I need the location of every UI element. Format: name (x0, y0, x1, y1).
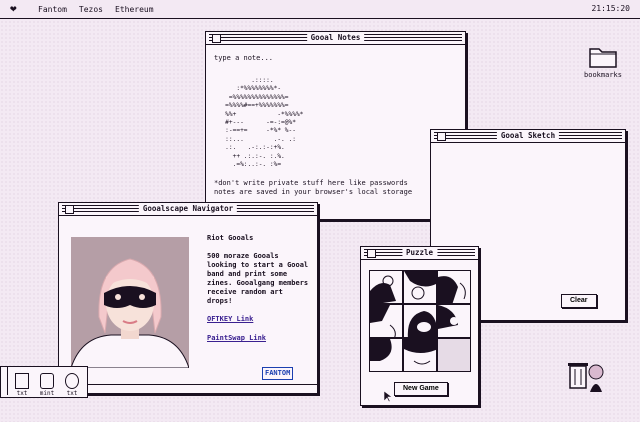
puzzle-close-button[interactable] (367, 249, 376, 258)
puzzle-tile[interactable] (369, 270, 403, 304)
paintswap-link[interactable]: PaintSwap Link (207, 334, 312, 343)
sketch-close-button[interactable] (437, 132, 446, 141)
notes-placeholder: type a note... (214, 54, 274, 62)
mouse-cursor-icon (384, 391, 392, 402)
mint-icon (40, 373, 54, 389)
puzzle-window: Puzzle New Game (360, 246, 479, 406)
tile-art (407, 311, 436, 337)
notes-warning-1: *don't write private stuff here like pas… (214, 179, 408, 188)
portrait-illustration (71, 237, 189, 368)
dock-item-mint[interactable]: mint (36, 373, 58, 397)
notes-window: Gooal Notes type a note... .::::. :*%%%%… (205, 31, 466, 220)
tile-art (404, 339, 436, 365)
notes-close-button[interactable] (212, 34, 221, 43)
dock: txt mint txt (0, 366, 88, 398)
puzzle-tile[interactable] (369, 338, 403, 372)
folder-icon (589, 48, 617, 68)
profile-window: Gooalscape Navigator Riot Gooals 500 mor… (58, 202, 318, 394)
puzzle-empty-slot[interactable] (437, 338, 471, 372)
puzzle-title: Puzzle (401, 248, 438, 258)
collection-name: Riot Gooals (207, 234, 254, 242)
tile-art (370, 305, 396, 337)
bookmarks-folder[interactable]: bookmarks (578, 45, 628, 79)
profile-titlebar[interactable]: Gooalscape Navigator (59, 203, 317, 216)
dock-item-label: txt (66, 390, 78, 397)
notes-title: Gooal Notes (306, 33, 365, 43)
collection-description: 500 moraze Gooals looking to start a Goo… (207, 252, 309, 305)
notes-ascii-art: .::::. :*%%%%%%%%*- =%%%%%%%%%%%%%%= =%%… (225, 77, 304, 169)
puzzle-tile[interactable] (437, 304, 471, 338)
text-file-icon (65, 373, 79, 389)
clear-button[interactable]: Clear (561, 294, 597, 308)
dock-handle[interactable] (1, 367, 8, 395)
puzzle-tile[interactable] (437, 270, 471, 304)
tile-art (370, 275, 396, 303)
text-file-icon (15, 373, 29, 389)
puzzle-tile[interactable] (369, 304, 403, 338)
menu-item-fantom[interactable]: Fantom (38, 5, 67, 14)
broken-heart-icon[interactable]: ❤ (10, 0, 26, 18)
notes-titlebar[interactable]: Gooal Notes (206, 32, 465, 45)
gooal-portrait (71, 237, 189, 368)
tile-art (438, 305, 458, 329)
puzzle-titlebar[interactable]: Puzzle (361, 247, 478, 260)
menu-bar: ❤ Fantom Tezos Ethereum 21:15:20 (0, 0, 640, 19)
tile-art (438, 276, 466, 303)
bookmarks-label: bookmarks (584, 71, 622, 79)
oftkey-link[interactable]: OFTKEY Link (207, 315, 312, 324)
dock-item-label: mint (39, 390, 55, 397)
profile-close-button[interactable] (65, 205, 74, 214)
notes-textarea[interactable]: type a note... .::::. :*%%%%%%%%*- =%%%%… (214, 54, 465, 219)
sketch-titlebar[interactable]: Gooal Sketch (431, 130, 625, 143)
fantom-badge-label: FANTOM (265, 369, 291, 377)
fantom-badge[interactable]: FANTOM (262, 367, 294, 380)
notes-warning-2: notes are saved in your browser's local … (214, 188, 413, 197)
menu-item-tezos[interactable]: Tezos (79, 5, 103, 14)
puzzle-tile[interactable] (403, 304, 437, 338)
puzzle-tile[interactable] (403, 338, 437, 372)
profile-info: Riot Gooals 500 moraze Gooals looking to… (207, 234, 312, 353)
sketch-title: Gooal Sketch (496, 131, 560, 141)
trash-icon (568, 363, 604, 392)
new-game-button[interactable]: New Game (394, 382, 448, 396)
dock-item-txt[interactable]: txt (11, 373, 33, 397)
dock-item-txt-2[interactable]: txt (61, 373, 83, 397)
profile-scrollbar[interactable] (59, 384, 317, 393)
clock: 21:15:20 (591, 4, 630, 13)
dock-item-label: txt (16, 390, 28, 397)
menu-item-ethereum[interactable]: Ethereum (115, 5, 154, 14)
puzzle-tile[interactable] (403, 270, 437, 304)
puzzle-grid (369, 270, 471, 372)
trash-can[interactable] (564, 354, 608, 394)
profile-title: Gooalscape Navigator (138, 204, 238, 214)
tile-art (370, 339, 392, 361)
tile-art (404, 271, 436, 300)
